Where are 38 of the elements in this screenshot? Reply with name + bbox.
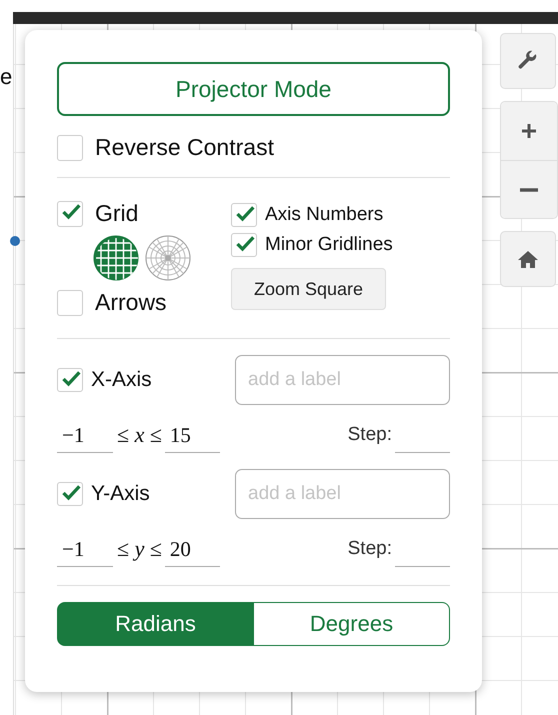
checkbox[interactable] [231, 203, 257, 227]
inequality-text: ≤ y ≤ [116, 536, 163, 563]
zoom-square-button[interactable]: Zoom Square [231, 268, 386, 310]
checkbox[interactable] [57, 482, 83, 506]
projector-mode-button[interactable]: Projector Mode [57, 62, 450, 116]
square-grid-icon[interactable] [93, 235, 139, 281]
point-marker [10, 236, 20, 246]
home-icon [518, 250, 538, 268]
checkbox-label: X-Axis [91, 368, 152, 392]
angle-unit-toggle[interactable]: Degrees [254, 602, 450, 646]
minus-icon [520, 188, 538, 192]
checkbox[interactable] [57, 290, 83, 316]
polar-grid-icon[interactable] [145, 235, 191, 281]
step-label: Step: [348, 538, 392, 561]
checkbox[interactable] [57, 134, 83, 160]
home-button[interactable] [500, 231, 556, 287]
angle-unit-toggle[interactable]: Radians [57, 602, 254, 646]
checkbox-label: Minor Gridlines [265, 234, 393, 256]
checkbox[interactable] [231, 233, 257, 257]
step-label: Step: [348, 424, 392, 447]
axis-label-field[interactable]: add a label [235, 469, 450, 519]
min-field[interactable]: −1 [57, 423, 113, 453]
max-field[interactable]: 20 [164, 537, 220, 567]
settings-button[interactable] [500, 33, 556, 89]
inequality-text: ≤ x ≤ [116, 422, 163, 449]
checkbox[interactable] [57, 368, 83, 392]
axis-label-field[interactable]: add a label [235, 355, 450, 405]
checkbox-label: Grid [95, 200, 138, 227]
checkbox[interactable] [57, 200, 83, 226]
checkbox-label: Arrows [95, 289, 167, 316]
checkbox-label: Reverse Contrast [95, 134, 274, 161]
plus-icon [520, 122, 538, 140]
checkbox-label: Y-Axis [91, 482, 150, 506]
checkbox-label: Axis Numbers [265, 204, 384, 226]
cut-off-text: e [0, 64, 12, 90]
min-field[interactable]: −1 [57, 537, 113, 567]
max-field[interactable]: 15 [164, 423, 220, 453]
zoom-in-button[interactable] [501, 102, 557, 160]
